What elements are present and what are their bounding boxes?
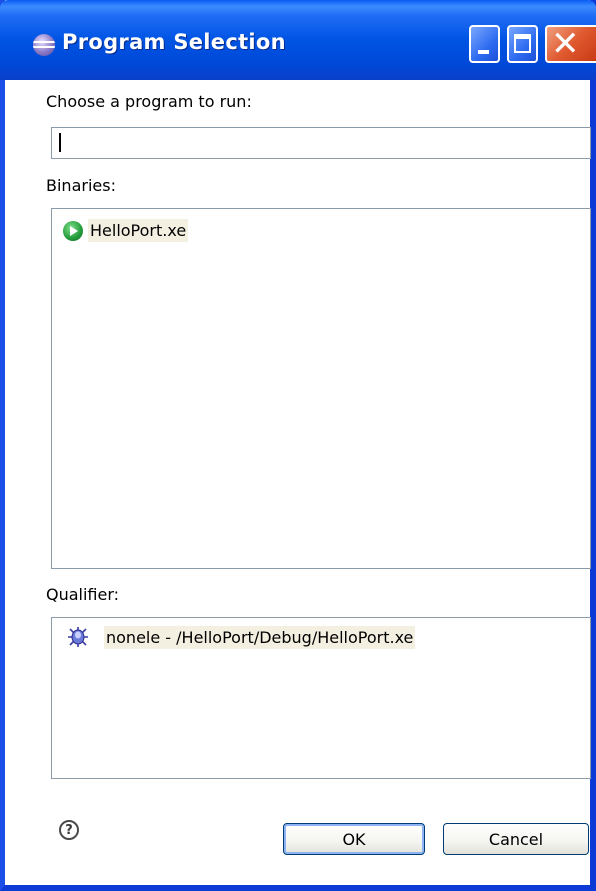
text-caret <box>59 133 61 152</box>
eclipse-icon <box>33 34 55 56</box>
qualifier-item-label: nonele - /HelloPort/Debug/HelloPort.xe <box>104 625 416 649</box>
binaries-label: Binaries: <box>46 176 116 195</box>
qualifier-item-debug[interactable]: nonele - /HelloPort/Debug/HelloPort.xe <box>66 625 416 649</box>
window-title: Program Selection <box>62 30 286 54</box>
qualifier-label: Qualifier: <box>46 585 120 604</box>
qualifier-list[interactable]: nonele - /HelloPort/Debug/HelloPort.xe <box>51 617 591 779</box>
title-bar[interactable]: Program Selection ✕ <box>0 0 596 80</box>
binaries-list[interactable]: HelloPort.xe <box>51 208 591 569</box>
minimize-icon <box>478 50 489 54</box>
cancel-button[interactable]: Cancel <box>443 823 589 855</box>
maximize-button[interactable] <box>507 25 538 63</box>
close-button[interactable]: ✕ <box>545 24 596 64</box>
binary-item-label: HelloPort.xe <box>88 219 189 242</box>
ok-button[interactable]: OK <box>283 823 425 855</box>
run-icon <box>63 220 83 241</box>
program-name-input[interactable] <box>51 127 591 159</box>
debug-bug-icon <box>68 627 88 647</box>
close-icon: ✕ <box>551 24 580 64</box>
help-icon[interactable]: ? <box>59 820 79 840</box>
program-prompt-label: Choose a program to run: <box>46 92 252 111</box>
binary-item-helloport[interactable]: HelloPort.xe <box>63 219 189 242</box>
minimize-button[interactable] <box>469 25 500 63</box>
maximize-icon <box>514 34 531 53</box>
program-selection-dialog: Program Selection ✕ Choose a program to … <box>0 0 596 891</box>
